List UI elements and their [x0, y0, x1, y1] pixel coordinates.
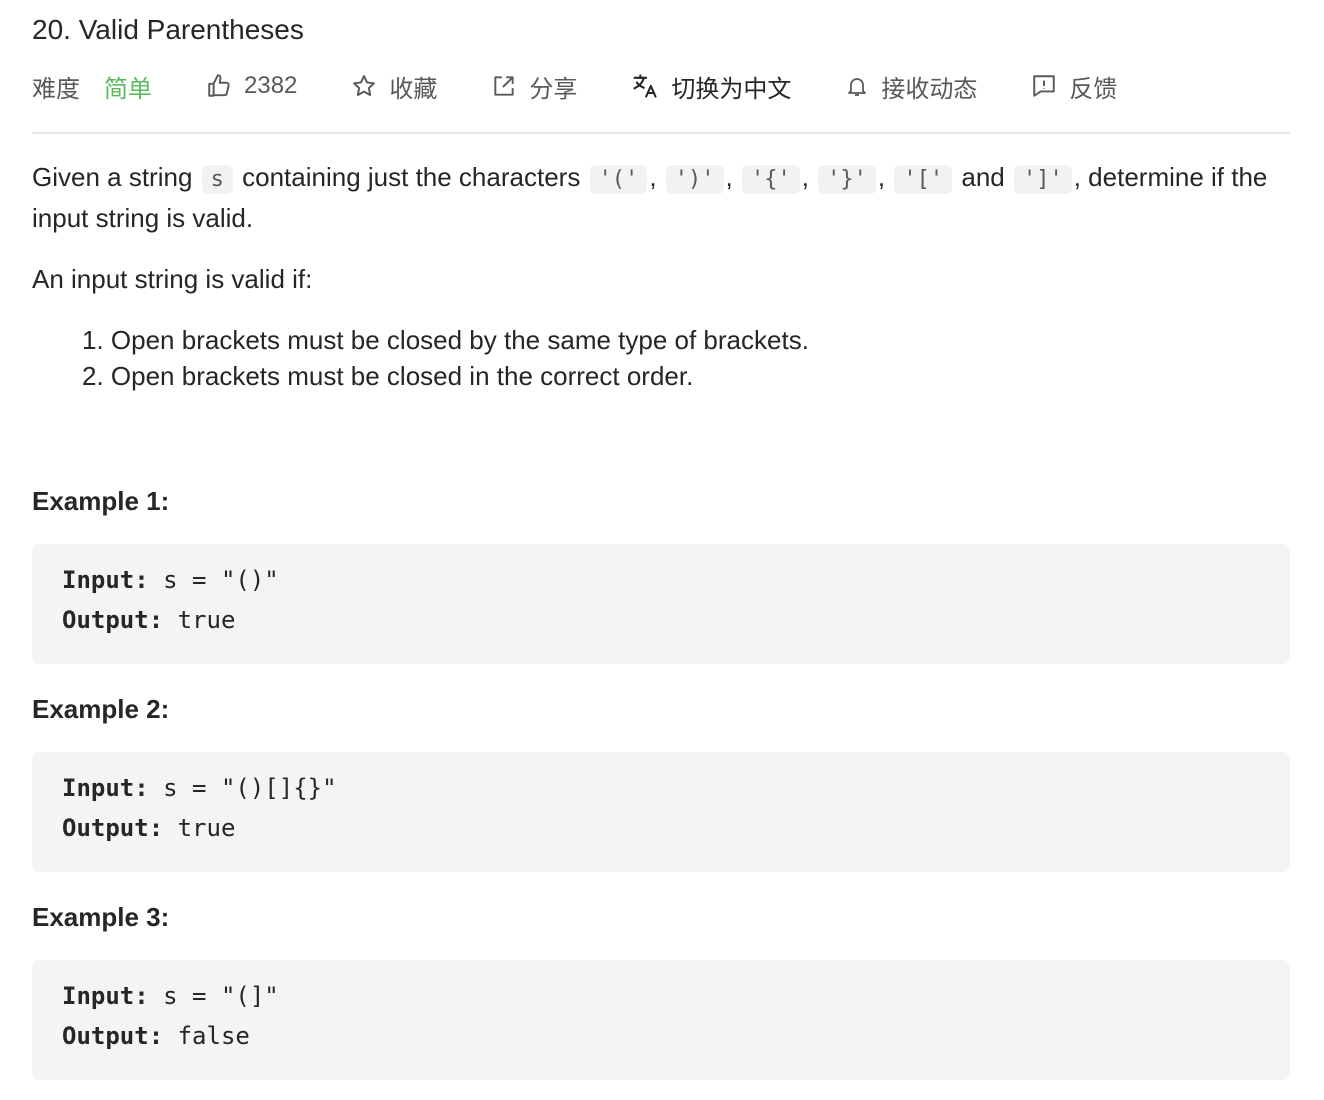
- example-input: Input: s = "(]": [62, 982, 279, 1010]
- translate-label: 切换为中文: [671, 75, 792, 103]
- description-paragraph: Given a string s containing just the cha…: [32, 162, 1268, 233]
- input-key: Input:: [62, 982, 149, 1010]
- input-value: s = "()[]{}": [148, 774, 337, 802]
- output-key: Output:: [62, 1022, 164, 1050]
- example-output: Output: true: [62, 814, 235, 842]
- example-heading: Example 3:: [32, 902, 170, 932]
- notify-label: 接收动态: [881, 75, 978, 103]
- feedback-button[interactable]: 反馈: [1031, 69, 1117, 104]
- output-value: true: [163, 814, 236, 842]
- bell-icon: [845, 73, 869, 99]
- notify-button[interactable]: 接收动态: [845, 69, 977, 104]
- example-input: Input: s = "()": [62, 566, 279, 594]
- favorite-label: 收藏: [389, 75, 438, 103]
- input-value: s = "(]": [148, 982, 279, 1010]
- share-label: 分享: [529, 75, 578, 103]
- inline-code: '(': [589, 165, 648, 194]
- input-key: Input:: [62, 566, 149, 594]
- toolbar-divider: [32, 132, 1290, 134]
- valid-if-text: An input string is valid if:: [32, 264, 313, 294]
- difficulty-label: 难度: [32, 75, 80, 103]
- description-text: Given a string: [32, 162, 193, 192]
- rule-item: 1. Open brackets must be closed by the s…: [82, 325, 809, 355]
- rules-list: 1. Open brackets must be closed by the s…: [82, 322, 809, 394]
- output-key: Output:: [62, 814, 164, 842]
- example-output: Output: false: [62, 1022, 250, 1050]
- like-button[interactable]: 2382: [206, 72, 297, 100]
- inline-code: '[': [894, 165, 953, 194]
- inline-code: ')': [665, 165, 724, 194]
- problem-description: Given a string s containing just the cha…: [32, 158, 1290, 237]
- description-text: containing just the characters: [242, 162, 581, 192]
- feedback-icon: [1031, 73, 1057, 99]
- input-key: Input:: [62, 774, 149, 802]
- like-count: 2382: [244, 72, 298, 99]
- inline-code: ']': [1013, 165, 1072, 194]
- example-code-block: Input: s = "(]" Output: false: [32, 960, 1290, 1080]
- favorite-button[interactable]: 收藏: [351, 69, 437, 104]
- output-key: Output:: [62, 606, 164, 634]
- example-heading: Example 2:: [32, 694, 170, 724]
- thumbs-up-icon: [206, 73, 232, 99]
- example-code-block: Input: s = "()[]{}" Output: true: [32, 752, 1290, 872]
- share-button[interactable]: 分享: [491, 69, 577, 104]
- input-value: s = "()": [148, 566, 279, 594]
- translate-icon: [631, 72, 659, 100]
- description-text: and: [961, 162, 1005, 192]
- example-input: Input: s = "()[]{}": [62, 774, 337, 802]
- inline-code: '}': [818, 165, 876, 194]
- star-icon: [351, 73, 377, 99]
- output-value: false: [163, 1022, 250, 1050]
- inline-code: s: [201, 165, 233, 194]
- difficulty-value: 简单: [104, 75, 152, 103]
- problem-title: 20. Valid Parentheses: [32, 14, 304, 45]
- feedback-label: 反馈: [1069, 75, 1118, 103]
- output-value: true: [163, 606, 236, 634]
- inline-code: '{': [741, 165, 800, 194]
- example-code-block: Input: s = "()" Output: true: [32, 544, 1290, 664]
- translate-button[interactable]: 切换为中文: [631, 69, 791, 104]
- rule-item: 2. Open brackets must be closed in the c…: [82, 361, 694, 391]
- example-output: Output: true: [62, 606, 235, 634]
- share-icon: [491, 73, 517, 99]
- example-heading: Example 1:: [32, 486, 170, 516]
- problem-toolbar: 难度 简单 2382 收藏 分享 切换为中文 接收动态 反馈: [32, 66, 1290, 106]
